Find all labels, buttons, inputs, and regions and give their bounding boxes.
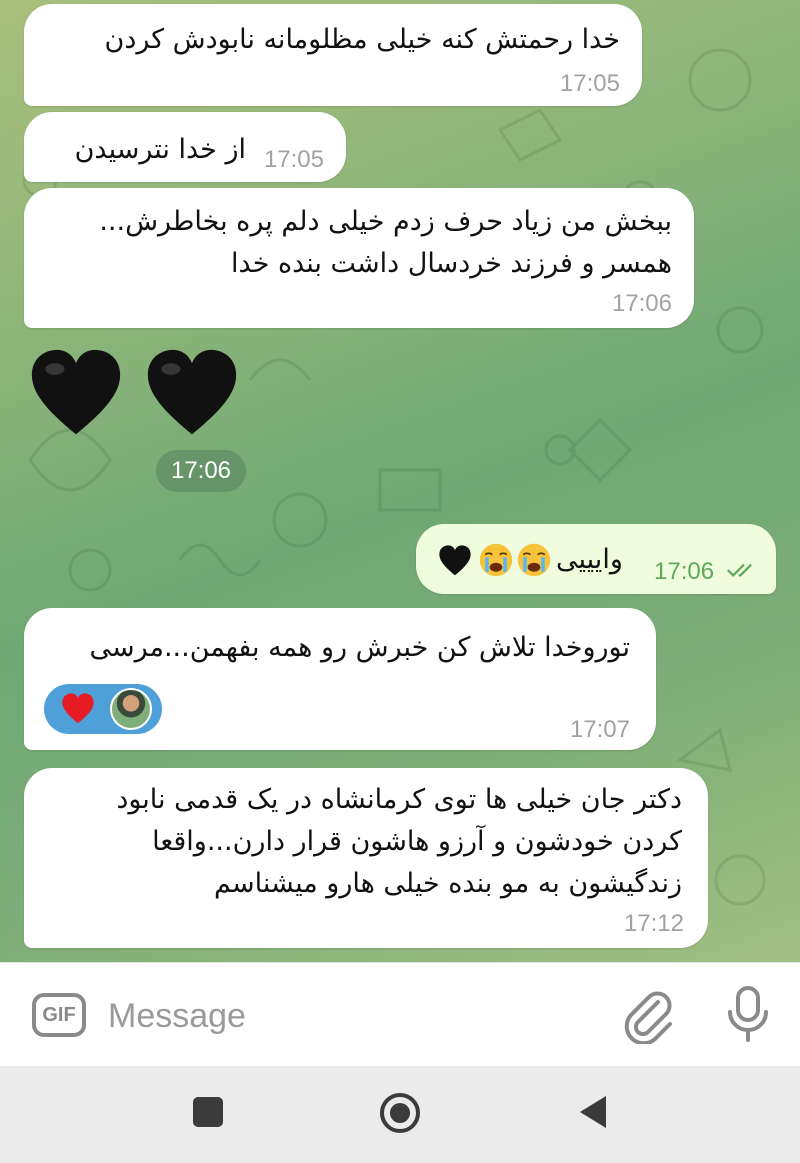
message-text-line: زندگیشون به مو بنده خیلی هارو میشناسم: [214, 868, 682, 899]
microphone-icon[interactable]: [722, 984, 774, 1044]
message-text-line: همسر و فرزند خردسال داشت بنده خدا: [231, 248, 672, 279]
crying-face-icon: [479, 543, 513, 577]
message-text-line: ببخش من زیاد حرف زدم خیلی دلم پره بخاطرش…: [99, 206, 672, 237]
message-time: 17:06: [654, 558, 715, 585]
message-bubble[interactable]: از خدا نترسیدن 17:05: [24, 112, 346, 182]
message-text: توروخدا تلاش کن خبرش رو همه بفهمن...مرسی: [89, 632, 630, 663]
message-bubble[interactable]: ببخش من زیاد حرف زدم خیلی دلم پره بخاطرش…: [24, 188, 694, 328]
message-text: خدا رحمتش کنه خیلی مظلومانه نابودش کردن: [104, 24, 621, 55]
message-time: 17:05: [559, 70, 620, 97]
message-bubble[interactable]: دکتر جان خیلی ها توی کرمانشاه در یک قدمی…: [24, 768, 708, 948]
black-heart-emoji[interactable]: [28, 346, 124, 442]
message-bubble[interactable]: خدا رحمتش کنه خیلی مظلومانه نابودش کردن …: [24, 4, 642, 106]
reactor-avatar: [110, 688, 152, 730]
message-time: 17:12: [623, 910, 684, 937]
message-text: از خدا نترسیدن: [74, 134, 246, 165]
message-text-line: دکتر جان خیلی ها توی کرمانشاه در یک قدمی…: [116, 784, 682, 815]
outgoing-message-bubble[interactable]: وایییی 17:06: [416, 524, 776, 594]
back-icon[interactable]: [578, 1094, 608, 1130]
home-icon[interactable]: [378, 1091, 422, 1135]
message-time: 17:07: [569, 716, 630, 743]
chat-history[interactable]: خدا رحمتش کنه خیلی مظلومانه نابودش کردن …: [0, 0, 800, 962]
red-heart-icon: [62, 693, 94, 724]
gif-button[interactable]: GIF: [32, 993, 86, 1037]
sticker-time-badge: 17:06: [156, 450, 246, 492]
message-text-line: کردن خودشون و آرزو هاشون قرار دارن...واق…: [152, 826, 682, 857]
black-heart-emoji[interactable]: [144, 346, 240, 442]
double-check-icon: [727, 563, 752, 577]
paperclip-icon[interactable]: [620, 988, 676, 1044]
message-time: 17:05: [263, 146, 324, 173]
black-heart-icon: [439, 545, 471, 576]
crying-face-icon: [517, 543, 551, 577]
message-input[interactable]: [108, 990, 588, 1042]
recent-apps-icon[interactable]: [193, 1097, 223, 1127]
message-text: وایییی: [556, 544, 623, 575]
message-time: 17:06: [611, 290, 672, 317]
reaction-chip[interactable]: [44, 684, 162, 734]
